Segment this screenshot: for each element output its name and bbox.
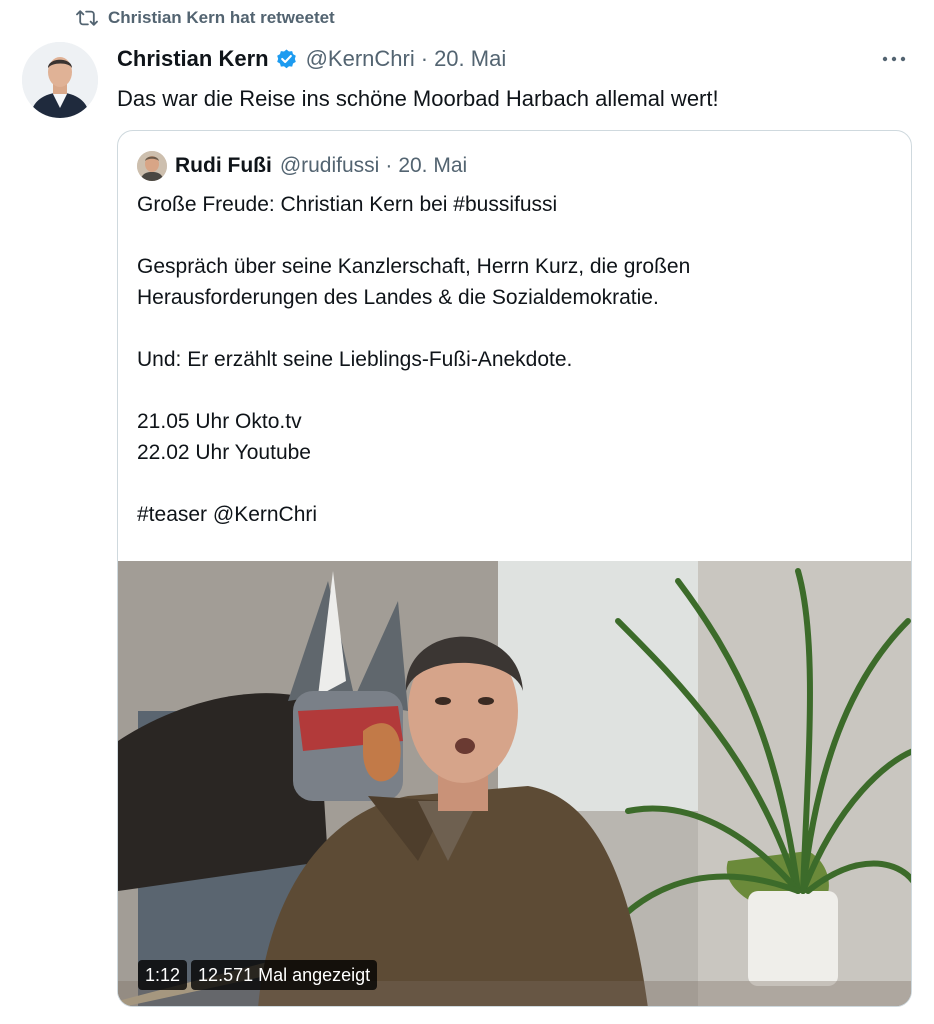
quote-header: Rudi Fußi @rudifussi · 20. Mai xyxy=(137,149,467,183)
video-view-count: 12.571 Mal angezeigt xyxy=(191,960,378,990)
tweet-text: Das war die Reise ins schöne Moorbad Har… xyxy=(117,86,719,111)
author-handle[interactable]: @KernChri xyxy=(306,46,415,72)
author-name[interactable]: Christian Kern xyxy=(117,46,269,72)
video-info: 1:12 12.571 Mal angezeigt xyxy=(138,960,378,990)
quote-date[interactable]: 20. Mai xyxy=(398,154,467,178)
avatar[interactable] xyxy=(22,42,98,118)
quote-separator-dot: · xyxy=(385,154,393,177)
retweet-context[interactable]: Christian Kern hat retweetet xyxy=(76,6,335,30)
verified-badge-icon xyxy=(269,48,306,71)
quote-author-name[interactable]: Rudi Fußi xyxy=(175,154,272,178)
quote-author-handle[interactable]: @rudifussi xyxy=(280,154,380,178)
retweet-label: Christian Kern hat retweetet xyxy=(108,8,335,27)
video-player[interactable]: 1:12 12.571 Mal angezeigt xyxy=(118,561,911,1006)
retweet-icon xyxy=(76,8,98,28)
quoted-tweet[interactable]: Rudi Fußi @rudifussi · 20. Mai Große Fre… xyxy=(117,130,912,1007)
video-frame xyxy=(118,561,911,1006)
quote-avatar[interactable] xyxy=(137,151,167,181)
tweet-date[interactable]: 20. Mai xyxy=(434,46,506,72)
more-icon[interactable] xyxy=(874,44,914,74)
separator-dot: · xyxy=(420,46,429,71)
video-duration: 1:12 xyxy=(138,960,188,990)
tweet-header: Christian Kern @KernChri · 20. Mai xyxy=(117,44,914,74)
quote-text: Große Freude: Christian Kern bei #bussif… xyxy=(137,193,691,526)
